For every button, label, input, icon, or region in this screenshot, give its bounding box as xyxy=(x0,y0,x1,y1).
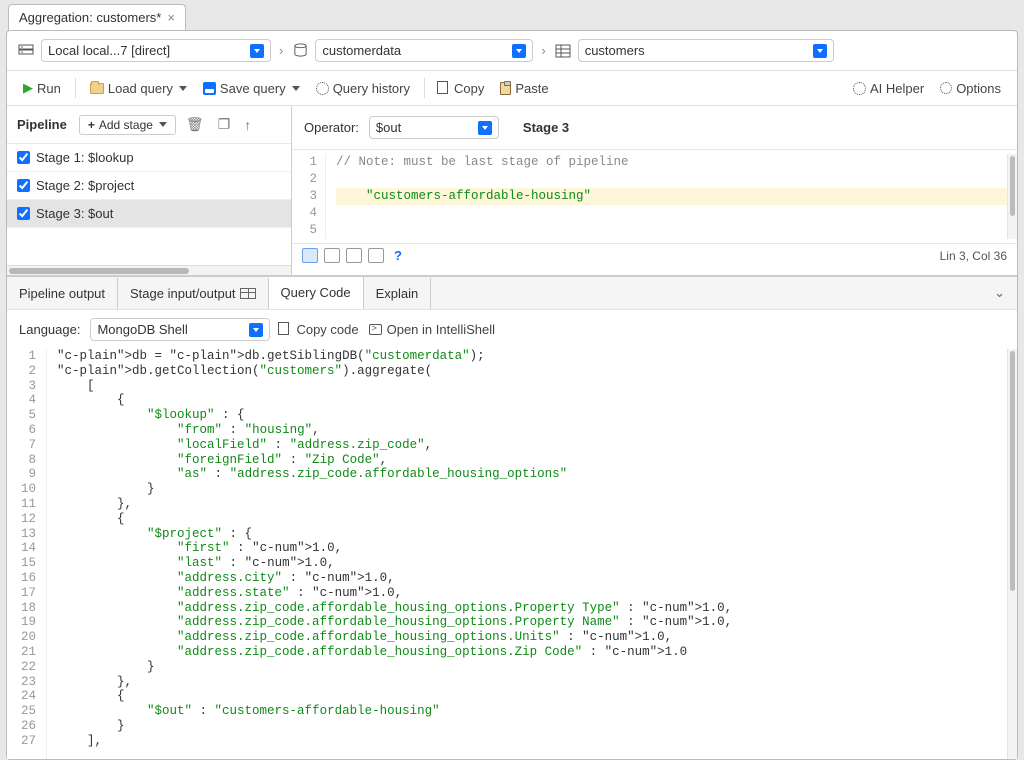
chevron-down-icon xyxy=(813,44,827,58)
operator-label: Operator: xyxy=(304,120,359,135)
breadcrumb-separator: › xyxy=(539,43,547,58)
database-icon xyxy=(291,43,309,59)
save-icon xyxy=(203,82,216,95)
play-icon: ▶ xyxy=(23,80,33,96)
options-button[interactable]: Options xyxy=(934,78,1007,99)
chevron-down-icon xyxy=(512,44,526,58)
stage-checkbox[interactable] xyxy=(17,179,30,192)
tool-icon-4[interactable] xyxy=(368,248,384,263)
cursor-position: Lin 3, Col 36 xyxy=(940,249,1007,263)
operator-value: $out xyxy=(376,120,401,135)
editor-scrollbar[interactable] xyxy=(1007,154,1017,239)
query-history-button[interactable]: Query history xyxy=(310,78,416,99)
tool-icon-2[interactable] xyxy=(324,248,340,263)
open-intellishell-button[interactable]: Open in IntelliShell xyxy=(369,322,495,337)
chevron-down-icon xyxy=(478,121,492,135)
tab-explain[interactable]: Explain xyxy=(364,278,432,309)
tool-icon-1[interactable] xyxy=(302,248,318,263)
operator-select[interactable]: $out xyxy=(369,116,499,139)
database-value: customerdata xyxy=(322,43,401,58)
stage-item-2[interactable]: Stage 2: $project xyxy=(7,172,291,200)
toolbar: ▶Run Load query Save query Query history… xyxy=(7,71,1017,106)
chevron-down-icon xyxy=(179,86,187,91)
copy-icon xyxy=(280,324,289,335)
tab-title: Aggregation: customers* xyxy=(19,10,161,25)
tool-icon-3[interactable] xyxy=(346,248,362,263)
tab-stage-io[interactable]: Stage input/output xyxy=(118,278,269,309)
connection-value: Local local...7 [direct] xyxy=(48,43,170,58)
run-button[interactable]: ▶Run xyxy=(17,77,67,99)
breadcrumb-separator: › xyxy=(277,43,285,58)
save-query-button[interactable]: Save query xyxy=(197,78,306,99)
split-view-icon xyxy=(240,288,256,299)
copy-button[interactable]: Copy xyxy=(433,78,490,99)
collection-icon xyxy=(554,43,572,59)
chevron-down-icon xyxy=(292,86,300,91)
connection-select[interactable]: Local local...7 [direct] xyxy=(41,39,271,62)
chevron-down-icon xyxy=(250,44,264,58)
paste-button[interactable]: Paste xyxy=(494,78,554,99)
paste-icon xyxy=(500,82,511,95)
copy-icon xyxy=(439,83,448,94)
stage-editor[interactable]: 12345 // Note: must be last stage of pip… xyxy=(292,150,1017,243)
stage-checkbox[interactable] xyxy=(17,151,30,164)
gear-icon xyxy=(940,82,952,94)
move-up-icon[interactable]: ↑ xyxy=(240,115,255,135)
tab-query-code[interactable]: Query Code xyxy=(269,277,364,310)
copy-code-button[interactable]: Copy code xyxy=(280,322,358,337)
breadcrumb: Local local...7 [direct] › customerdata … xyxy=(7,31,1017,71)
history-icon xyxy=(316,82,329,95)
database-select[interactable]: customerdata xyxy=(315,39,533,62)
server-icon xyxy=(17,43,35,59)
chevron-down-icon xyxy=(249,323,263,337)
stage-item-3[interactable]: Stage 3: $out xyxy=(7,200,291,228)
add-stage-button[interactable]: +Add stage xyxy=(79,115,176,135)
collection-select[interactable]: customers xyxy=(578,39,834,62)
help-icon[interactable]: ? xyxy=(390,248,406,263)
close-icon[interactable]: × xyxy=(167,10,175,25)
shell-icon xyxy=(369,324,382,335)
collapse-panel-icon[interactable]: ⌄ xyxy=(982,279,1017,307)
stage-heading: Stage 3 xyxy=(523,120,569,135)
stage-item-1[interactable]: Stage 1: $lookup xyxy=(7,144,291,172)
language-label: Language: xyxy=(19,322,80,337)
stage-checkbox[interactable] xyxy=(17,207,30,220)
query-code-editor[interactable]: 1234567891011121314151617181920212223242… xyxy=(7,349,1017,759)
chevron-down-icon xyxy=(159,122,167,127)
sidebar-title: Pipeline xyxy=(17,117,67,132)
ai-icon xyxy=(853,82,866,95)
language-select[interactable]: MongoDB Shell xyxy=(90,318,270,341)
sidebar-scrollbar[interactable] xyxy=(7,265,291,275)
code-scrollbar[interactable] xyxy=(1007,349,1017,759)
ai-helper-button[interactable]: AI Helper xyxy=(847,78,930,99)
language-value: MongoDB Shell xyxy=(97,322,187,337)
folder-icon xyxy=(90,83,104,94)
delete-icon[interactable]: 🗑 xyxy=(182,114,208,135)
collection-value: customers xyxy=(585,43,645,58)
tab-pipeline-output[interactable]: Pipeline output xyxy=(7,278,118,309)
duplicate-icon[interactable]: ❐ xyxy=(214,114,235,135)
stage-label: Stage 2: $project xyxy=(36,178,134,193)
load-query-button[interactable]: Load query xyxy=(84,78,193,99)
tab-aggregation[interactable]: Aggregation: customers* × xyxy=(8,4,186,30)
stage-label: Stage 1: $lookup xyxy=(36,150,134,165)
stage-label: Stage 3: $out xyxy=(36,206,113,221)
pipeline-sidebar: Pipeline +Add stage 🗑 ❐ ↑ Stage 1: $look… xyxy=(7,106,292,275)
